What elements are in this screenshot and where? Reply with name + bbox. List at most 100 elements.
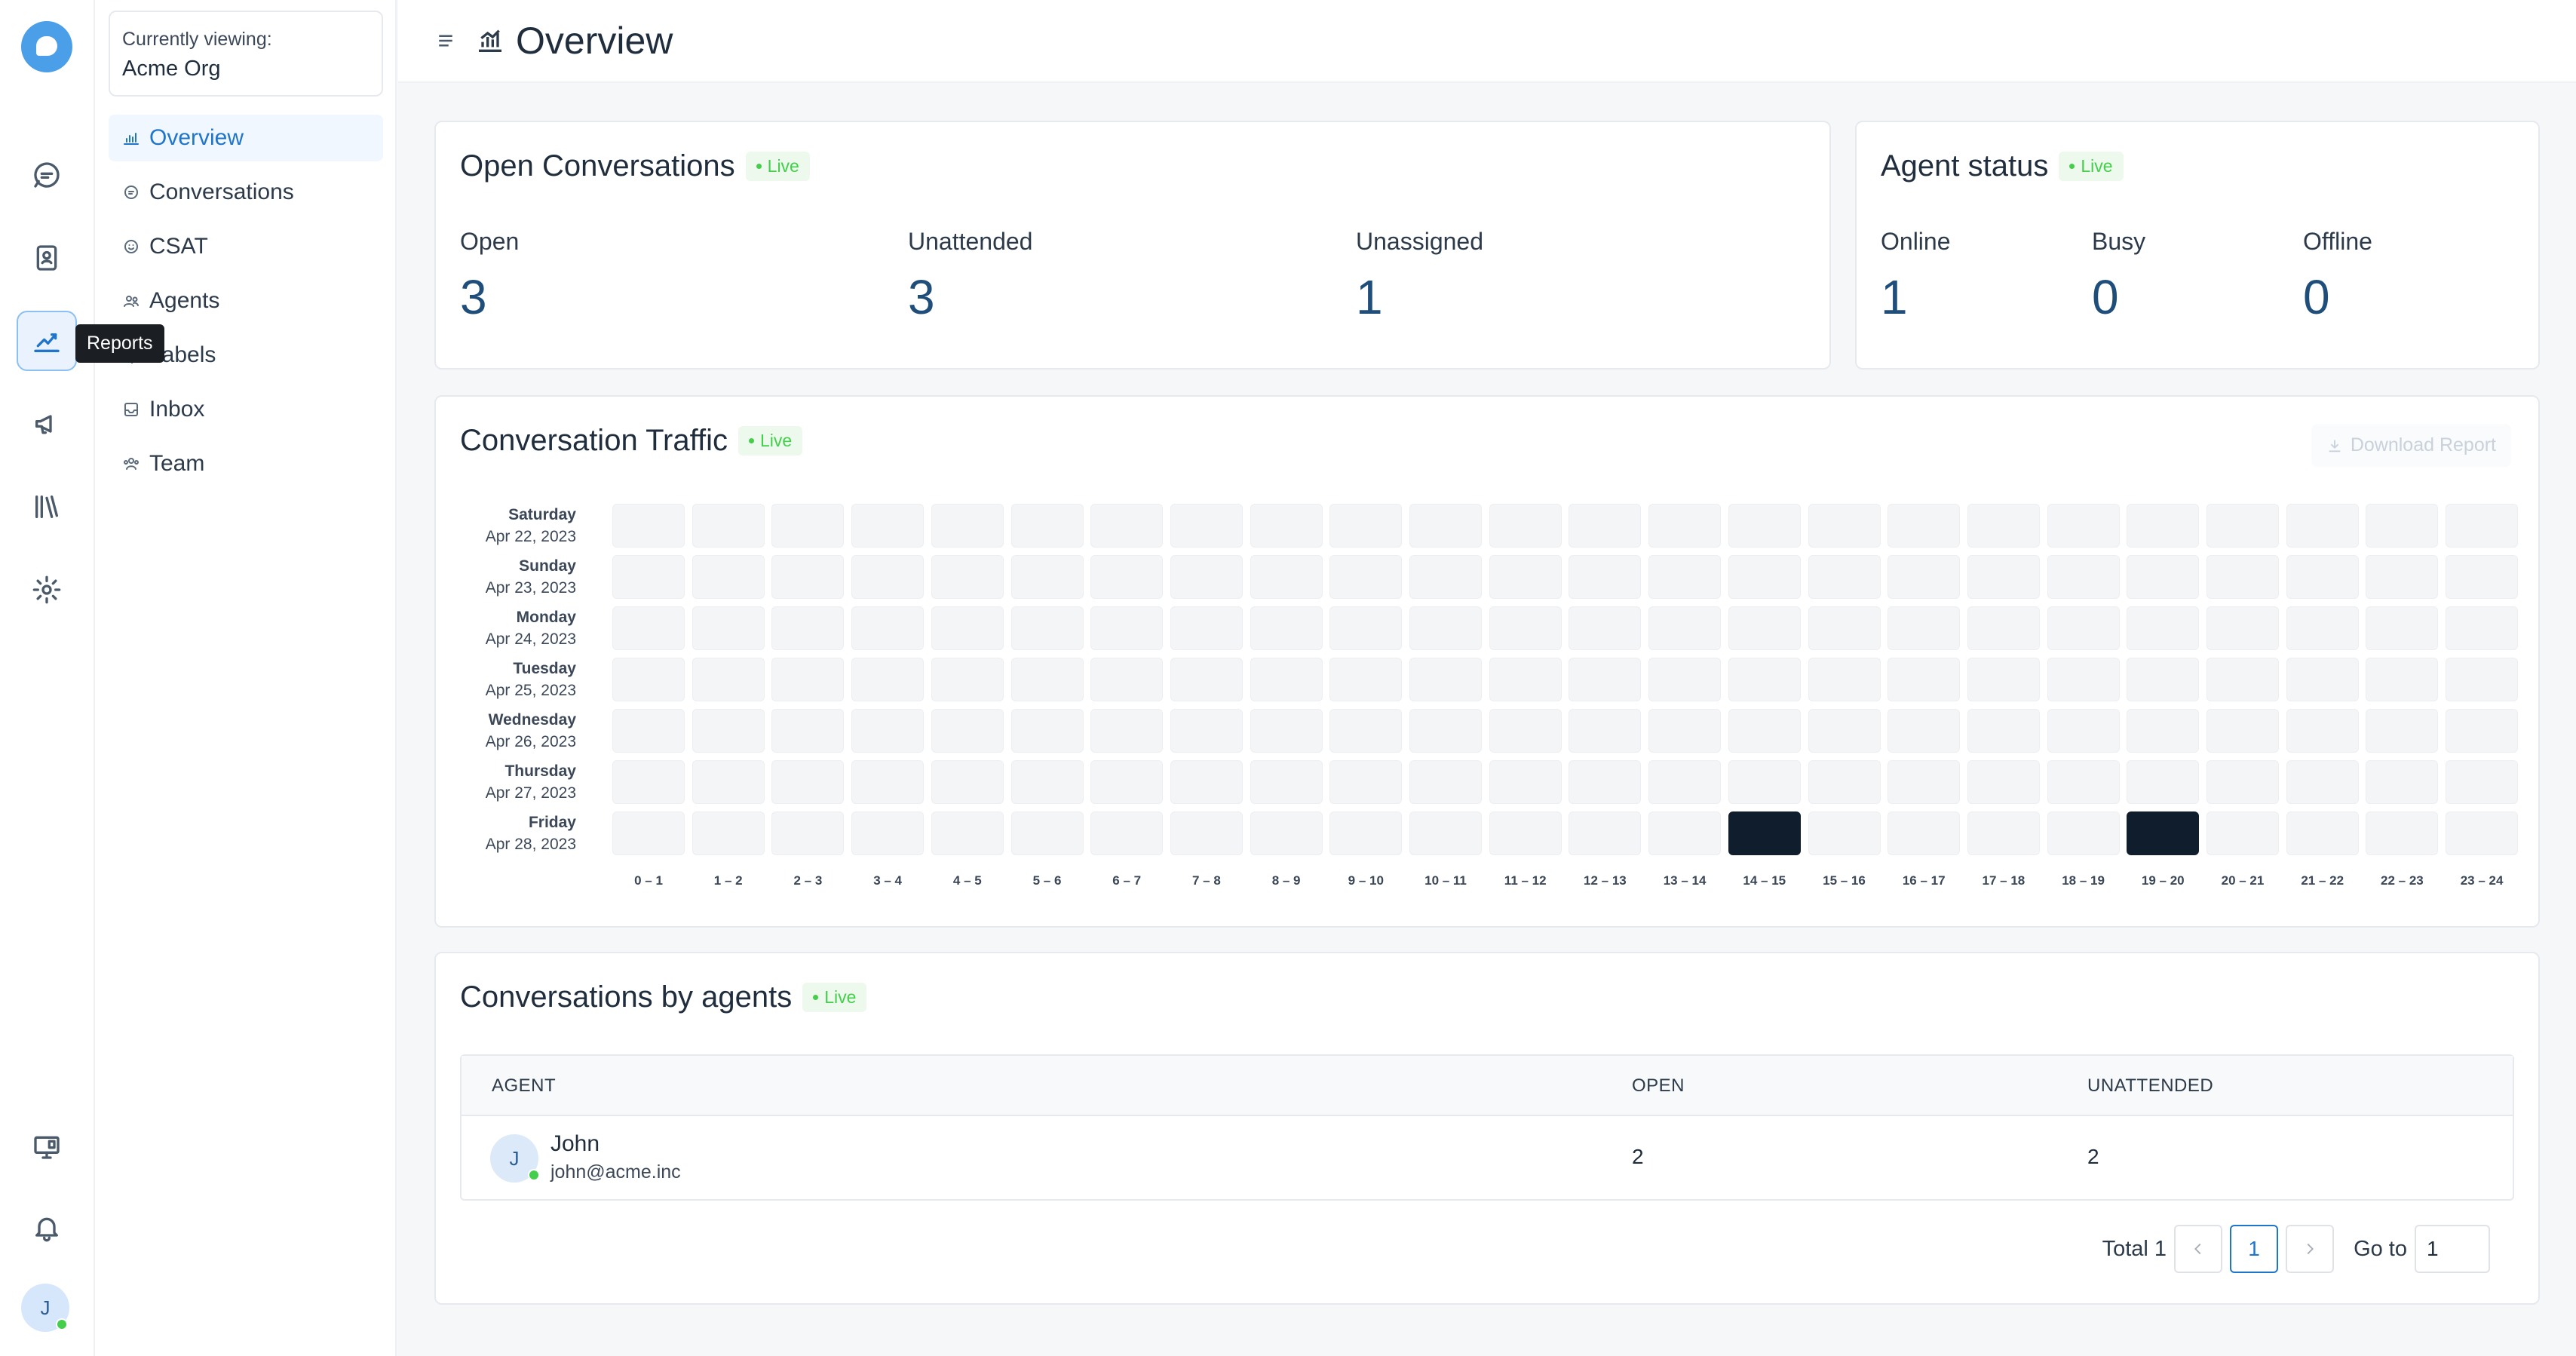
heatmap-cell[interactable] — [931, 555, 1004, 599]
heatmap-cell[interactable] — [2047, 555, 2120, 599]
heatmap-cell[interactable] — [2286, 760, 2359, 804]
conversations-icon[interactable] — [17, 145, 77, 205]
heatmap-cell[interactable] — [1170, 658, 1243, 701]
heatmap-cell[interactable] — [1808, 709, 1881, 753]
heatmap-cell[interactable] — [1967, 811, 2040, 855]
sidebar-item-conversations[interactable]: Conversations — [109, 169, 383, 216]
heatmap-cell[interactable] — [1170, 811, 1243, 855]
heatmap-cell[interactable] — [1090, 811, 1164, 855]
heatmap-cell[interactable] — [771, 760, 845, 804]
heatmap-cell[interactable] — [2127, 709, 2200, 753]
heatmap-cell[interactable] — [1648, 709, 1722, 753]
heatmap-cell[interactable] — [2446, 658, 2519, 701]
heatmap-cell[interactable] — [1967, 504, 2040, 548]
heatmap-cell[interactable] — [851, 658, 925, 701]
heatmap-cell[interactable] — [1409, 606, 1482, 650]
heatmap-cell[interactable] — [692, 504, 765, 548]
heatmap-cell[interactable] — [1967, 760, 2040, 804]
heatmap-cell[interactable] — [1170, 555, 1243, 599]
next-page-button[interactable] — [2286, 1225, 2335, 1273]
heatmap-cell[interactable] — [1250, 606, 1323, 650]
heatmap-cell[interactable] — [1808, 606, 1881, 650]
heatmap-cell[interactable] — [1010, 504, 1084, 548]
heatmap-cell[interactable] — [771, 606, 845, 650]
heatmap-cell[interactable] — [612, 658, 685, 701]
heatmap-cell[interactable] — [1489, 811, 1562, 855]
heatmap-cell[interactable] — [2286, 658, 2359, 701]
sidebar-item-team[interactable]: Team — [109, 440, 383, 487]
heatmap-cell[interactable] — [1888, 606, 1961, 650]
heatmap-cell[interactable] — [1489, 555, 1562, 599]
heatmap-cell[interactable] — [1569, 658, 1642, 701]
heatmap-cell[interactable] — [1728, 606, 1801, 650]
heatmap-cell[interactable] — [2366, 504, 2439, 548]
heatmap-cell[interactable] — [1010, 658, 1084, 701]
app-logo[interactable] — [21, 21, 72, 72]
heatmap-cell[interactable] — [2127, 555, 2200, 599]
heatmap-cell[interactable] — [1569, 811, 1642, 855]
heatmap-cell[interactable] — [2446, 606, 2519, 650]
heatmap-cell[interactable] — [1409, 504, 1482, 548]
switch-layout-icon[interactable] — [17, 1116, 77, 1177]
heatmap-cell[interactable] — [2206, 658, 2279, 701]
heatmap-cell[interactable] — [931, 760, 1004, 804]
heatmap-cell[interactable] — [2366, 606, 2439, 650]
org-switcher[interactable]: Currently viewing: Acme Org — [109, 11, 383, 97]
heatmap-cell[interactable] — [2286, 811, 2359, 855]
heatmap-cell[interactable] — [1967, 606, 2040, 650]
heatmap-cell[interactable] — [1170, 709, 1243, 753]
sidebar-item-agents[interactable]: Agents — [109, 278, 383, 324]
heatmap-cell[interactable] — [1728, 504, 1801, 548]
campaigns-icon[interactable] — [17, 394, 77, 454]
heatmap-cell[interactable] — [2206, 709, 2279, 753]
heatmap-cell[interactable] — [931, 504, 1004, 548]
sidebar-item-overview[interactable]: Overview — [109, 115, 383, 161]
heatmap-cell[interactable] — [1967, 658, 2040, 701]
heatmap-cell[interactable] — [2286, 555, 2359, 599]
heatmap-cell[interactable] — [2446, 811, 2519, 855]
heatmap-cell[interactable] — [1170, 504, 1243, 548]
heatmap-cell[interactable] — [851, 606, 925, 650]
heatmap-cell[interactable] — [1569, 709, 1642, 753]
heatmap-cell[interactable] — [2366, 811, 2439, 855]
heatmap-cell[interactable] — [1010, 606, 1084, 650]
heatmap-cell[interactable] — [2446, 760, 2519, 804]
heatmap-cell[interactable] — [851, 504, 925, 548]
heatmap-cell[interactable] — [612, 504, 685, 548]
heatmap-cell[interactable] — [1170, 760, 1243, 804]
goto-page-input[interactable]: 1 — [2415, 1225, 2490, 1273]
heatmap-cell[interactable] — [1489, 504, 1562, 548]
heatmap-cell[interactable] — [1409, 811, 1482, 855]
heatmap-cell[interactable] — [612, 811, 685, 855]
heatmap-cell[interactable] — [1329, 555, 1403, 599]
heatmap-cell[interactable] — [2366, 709, 2439, 753]
heatmap-cell[interactable] — [1569, 760, 1642, 804]
heatmap-cell[interactable] — [1728, 709, 1801, 753]
heatmap-cell[interactable] — [692, 760, 765, 804]
heatmap-cell[interactable] — [1250, 760, 1323, 804]
notifications-bell-icon[interactable] — [17, 1198, 77, 1258]
heatmap-cell[interactable] — [2366, 760, 2439, 804]
heatmap-cell[interactable] — [2127, 658, 2200, 701]
contacts-icon[interactable] — [17, 228, 77, 288]
heatmap-cell[interactable] — [1489, 606, 1562, 650]
heatmap-cell[interactable] — [931, 811, 1004, 855]
heatmap-cell[interactable] — [2206, 760, 2279, 804]
column-header-unattended[interactable]: UNATTENDED — [2087, 1075, 2213, 1097]
sidebar-item-csat[interactable]: CSAT — [109, 223, 383, 270]
heatmap-cell[interactable] — [1648, 504, 1722, 548]
sidebar-item-inbox[interactable]: Inbox — [109, 386, 383, 433]
heatmap-cell[interactable] — [2047, 606, 2120, 650]
heatmap-cell[interactable] — [1888, 555, 1961, 599]
heatmap-cell[interactable] — [2047, 709, 2120, 753]
heatmap-cell[interactable] — [1010, 555, 1084, 599]
heatmap-cell[interactable] — [1888, 658, 1961, 701]
heatmap-cell[interactable] — [692, 658, 765, 701]
heatmap-cell[interactable] — [1569, 606, 1642, 650]
heatmap-cell[interactable] — [851, 811, 925, 855]
heatmap-cell[interactable] — [1010, 760, 1084, 804]
heatmap-cell[interactable] — [931, 606, 1004, 650]
heatmap-cell[interactable] — [692, 606, 765, 650]
heatmap-cell[interactable] — [2206, 555, 2279, 599]
heatmap-cell[interactable] — [1090, 606, 1164, 650]
